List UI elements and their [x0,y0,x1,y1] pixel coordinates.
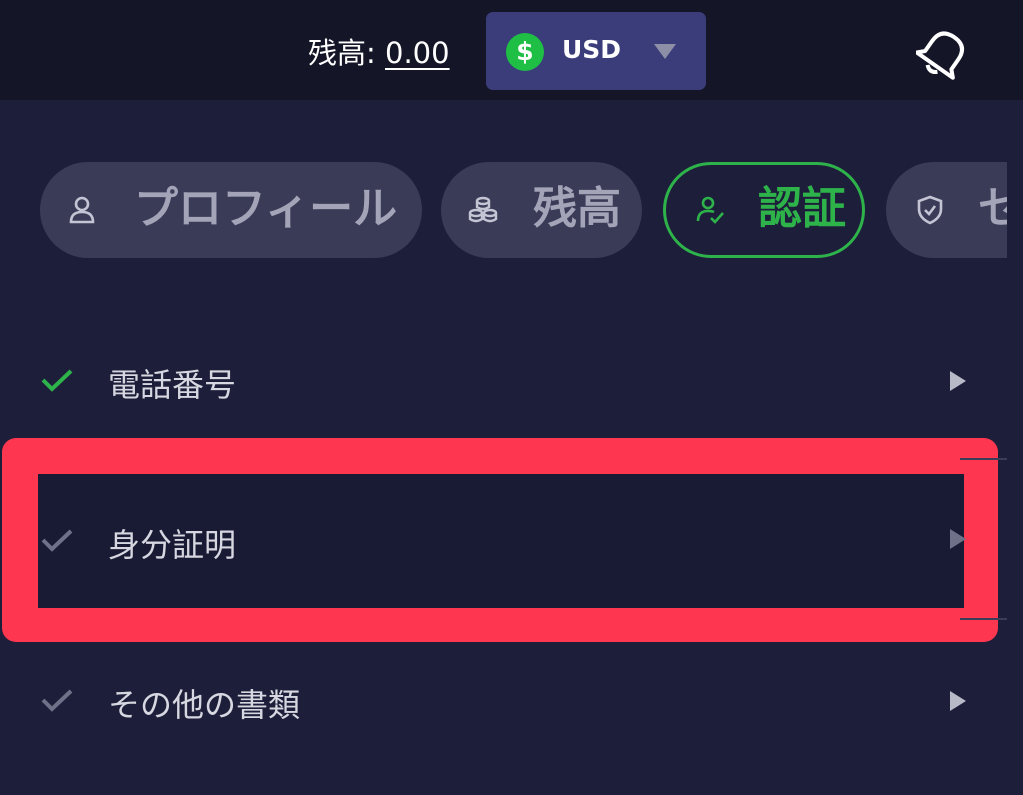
verification-item-label: その他の書類 [108,686,301,724]
check-icon [41,689,73,712]
shield-icon [917,195,943,225]
currency-code: USD [562,35,622,64]
coins-icon [468,196,498,223]
verification-item-other-documents[interactable]: その他の書類 [0,625,1007,775]
divider [960,618,1007,620]
tab-profile[interactable]: プロフィール [40,162,422,258]
check-icon [41,529,73,552]
balance-display: 残高: 0.00 [308,30,450,72]
check-icon [41,369,73,392]
verification-item-label: 電話番号 [108,366,237,404]
verification-item-phone[interactable]: 電話番号 [0,305,1007,455]
arrow-right-icon [950,529,966,549]
arrow-right-icon [950,691,966,711]
tab-security[interactable]: セ [886,162,1007,258]
verification-item-label: 身分証明 [108,526,237,564]
currency-select[interactable]: $ USD [486,12,706,90]
balance-value[interactable]: 0.00 [385,36,450,70]
tab-verification[interactable]: 認証 [663,162,865,258]
tab-verification-label: 認証 [758,183,846,234]
dollar-coin-icon: $ [506,33,544,71]
user-icon [69,196,95,224]
top-bar: 残高: 0.00 $ USD [0,0,1023,100]
account-tabs: プロフィール 残高 認証 セ [0,160,1007,262]
balance-label: 残高: [308,36,385,70]
tab-profile-label: プロフィール [134,183,398,234]
divider [960,458,1007,460]
caret-down-icon [654,44,676,59]
tab-security-label: セ [978,183,1007,234]
tab-balance-label: 残高 [533,183,621,234]
user-check-icon [696,196,724,224]
tab-balance[interactable]: 残高 [441,162,642,258]
verification-item-identity[interactable]: 身分証明 [0,465,1007,615]
arrow-right-icon [950,371,966,391]
bell-icon[interactable] [914,22,972,82]
